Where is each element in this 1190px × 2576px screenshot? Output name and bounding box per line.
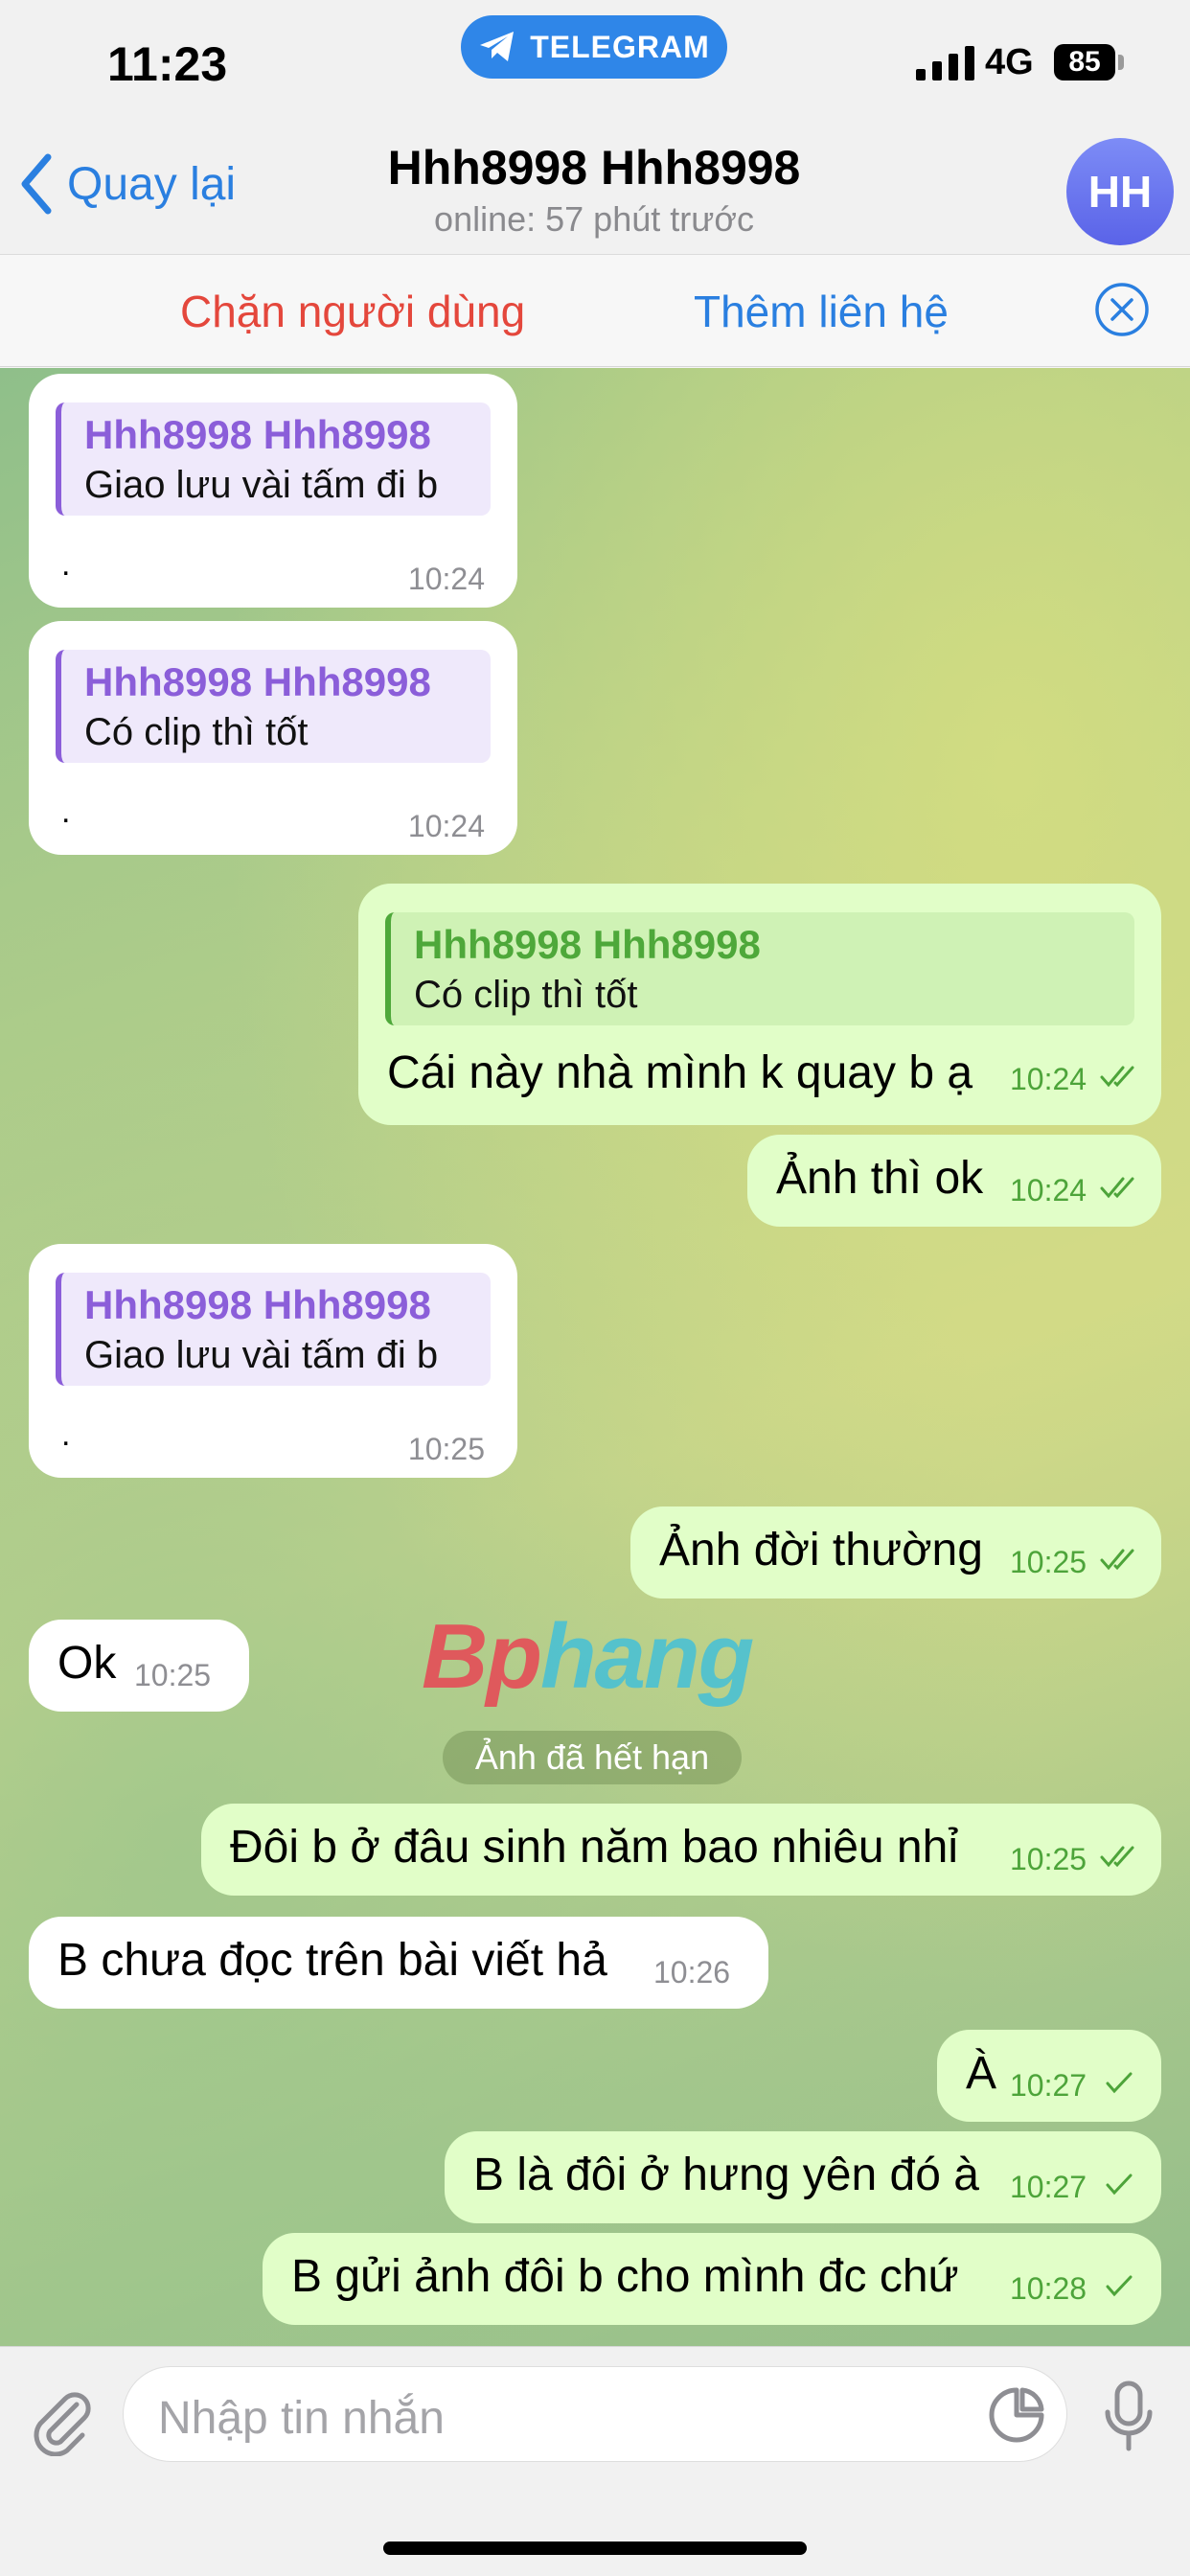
- message-time: 10:26: [653, 1955, 731, 1990]
- reply-text: Có clip thì tốt: [414, 974, 638, 1016]
- avatar[interactable]: HH: [1066, 138, 1174, 245]
- read-checkmarks-icon: [1100, 1549, 1134, 1571]
- watermark-part1: Bp: [422, 1605, 542, 1708]
- message-time: 10:25: [134, 1658, 212, 1692]
- message-text: À: [966, 2048, 997, 2099]
- sent-checkmark-icon: [1106, 2174, 1133, 2196]
- message-text: Ảnh đời thường: [659, 1525, 983, 1576]
- message-time: 10:25: [1010, 1842, 1087, 1876]
- chevron-left-icon: [21, 153, 52, 215]
- watermark-part2: hang: [539, 1605, 754, 1708]
- message-bubble-incoming[interactable]: Hhh8998 Hhh8998 Giao lưu vài tấm đi b . …: [29, 1244, 517, 1478]
- reply-text: Có clip thì tốt: [84, 711, 309, 753]
- message-input[interactable]: Nhập tin nhắn: [123, 2366, 1067, 2462]
- message-bubble-outgoing[interactable]: Ảnh thì ok 10:24: [747, 1135, 1161, 1227]
- read-checkmarks-icon: [1100, 1846, 1134, 1868]
- paperclip-icon[interactable]: [27, 2385, 98, 2456]
- status-time: 11:23: [107, 37, 228, 91]
- message-time: 10:24: [1010, 1062, 1087, 1096]
- message-bubble-incoming[interactable]: Hhh8998 Hhh8998 Giao lưu vài tấm đi b . …: [29, 374, 517, 608]
- message-text: Đôi b ở đâu sinh năm bao nhiêu nhỉ: [230, 1822, 958, 1873]
- chat-area[interactable]: Hhh8998 Hhh8998 Giao lưu vài tấm đi b . …: [0, 368, 1190, 2346]
- message-text: Cái này nhà mình k quay b ạ: [387, 1047, 973, 1098]
- message-input-placeholder: Nhập tin nhắn: [158, 2393, 445, 2444]
- status-bar: 11:23 TELEGRAM 4G 85: [0, 0, 1190, 125]
- message-time: 10:24: [407, 562, 485, 596]
- microphone-icon[interactable]: [1100, 2380, 1157, 2452]
- sticker-icon[interactable]: [986, 2384, 1047, 2446]
- back-label: Quay lại: [67, 158, 237, 210]
- message-text: Ok: [57, 1638, 117, 1689]
- message-time: 10:28: [1010, 2271, 1087, 2306]
- message-bubble-outgoing[interactable]: Ảnh đời thường 10:25: [630, 1506, 1161, 1598]
- block-user-button[interactable]: Chặn người dùng: [180, 286, 525, 337]
- reply-quote[interactable]: Hhh8998 Hhh8998 Giao lưu vài tấm đi b: [56, 1273, 491, 1386]
- message-time: 10:25: [407, 1432, 485, 1466]
- message-time: 10:27: [1010, 2170, 1087, 2204]
- battery-tip: [1118, 55, 1124, 70]
- message-bubble-incoming[interactable]: Hhh8998 Hhh8998 Có clip thì tốt . 10:24: [29, 621, 517, 855]
- message-time: 10:25: [1010, 1545, 1087, 1579]
- battery-level: 85: [1054, 44, 1115, 80]
- message-text: .: [61, 1416, 71, 1453]
- contact-action-bar: Chặn người dùng Thêm liên hệ: [0, 254, 1190, 367]
- add-contact-button[interactable]: Thêm liên hệ: [694, 286, 949, 337]
- sent-checkmark-icon: [1106, 2275, 1133, 2297]
- close-icon[interactable]: [1094, 282, 1150, 337]
- message-text: B gửi ảnh đôi b cho mình đc chứ: [291, 2251, 959, 2302]
- message-text: .: [61, 794, 71, 830]
- reply-quote[interactable]: Hhh8998 Hhh8998 Có clip thì tốt: [385, 912, 1134, 1025]
- reply-text: Giao lưu vài tấm đi b: [84, 1334, 439, 1376]
- last-seen-status: online: 57 phút trước: [434, 199, 754, 239]
- watermark-logo: Bphang: [422, 1604, 754, 1710]
- reply-quote[interactable]: Hhh8998 Hhh8998 Có clip thì tốt: [56, 650, 491, 763]
- message-bubble-outgoing[interactable]: Đôi b ở đâu sinh năm bao nhiêu nhỉ 10:25: [201, 1804, 1161, 1896]
- message-bubble-outgoing[interactable]: À 10:27: [937, 2030, 1161, 2122]
- reply-sender: Hhh8998 Hhh8998: [84, 412, 431, 457]
- back-button[interactable]: Quay lại: [19, 153, 236, 215]
- message-bubble-outgoing[interactable]: B gửi ảnh đôi b cho mình đc chứ 10:28: [263, 2233, 1161, 2325]
- message-bubble-outgoing[interactable]: Hhh8998 Hhh8998 Có clip thì tốt Cái này …: [358, 884, 1161, 1125]
- message-text: .: [61, 546, 71, 583]
- chat-title: Hhh8998 Hhh8998: [387, 141, 801, 195]
- reply-sender: Hhh8998 Hhh8998: [414, 922, 761, 967]
- reply-quote[interactable]: Hhh8998 Hhh8998 Giao lưu vài tấm đi b: [56, 402, 491, 516]
- message-bubble-incoming[interactable]: Ok 10:25: [29, 1620, 249, 1712]
- message-text: B chưa đọc trên bài viết hả: [57, 1935, 607, 1986]
- message-text: B là đôi ở hưng yên đó à: [473, 2150, 979, 2200]
- message-time: 10:27: [1010, 2068, 1087, 2103]
- network-type: 4G: [985, 42, 1034, 82]
- message-time: 10:24: [407, 809, 485, 843]
- telegram-plane-icon: [480, 32, 515, 61]
- reply-sender: Hhh8998 Hhh8998: [84, 659, 431, 704]
- message-time: 10:24: [1010, 1173, 1087, 1208]
- reply-sender: Hhh8998 Hhh8998: [84, 1282, 431, 1327]
- signal-icon: [916, 46, 974, 80]
- message-bubble-outgoing[interactable]: B là đôi ở hưng yên đó à 10:27: [445, 2131, 1161, 2223]
- read-checkmarks-icon: [1100, 1066, 1134, 1088]
- message-text: Ảnh thì ok: [776, 1153, 984, 1204]
- chat-title-area[interactable]: Hhh8998 Hhh8998 online: 57 phút trước: [287, 140, 901, 240]
- telegram-pill[interactable]: TELEGRAM: [461, 15, 727, 79]
- read-checkmarks-icon: [1100, 1177, 1134, 1199]
- expired-photo-notice: Ảnh đã hết hạn: [443, 1731, 742, 1784]
- reply-text: Giao lưu vài tấm đi b: [84, 464, 439, 506]
- chat-header: Quay lại Hhh8998 Hhh8998 online: 57 phút…: [0, 125, 1190, 254]
- telegram-pill-label: TELEGRAM: [530, 29, 710, 64]
- sent-checkmark-icon: [1106, 2072, 1133, 2094]
- home-indicator[interactable]: [383, 2542, 807, 2555]
- message-bubble-incoming[interactable]: B chưa đọc trên bài viết hả 10:26: [29, 1917, 768, 2009]
